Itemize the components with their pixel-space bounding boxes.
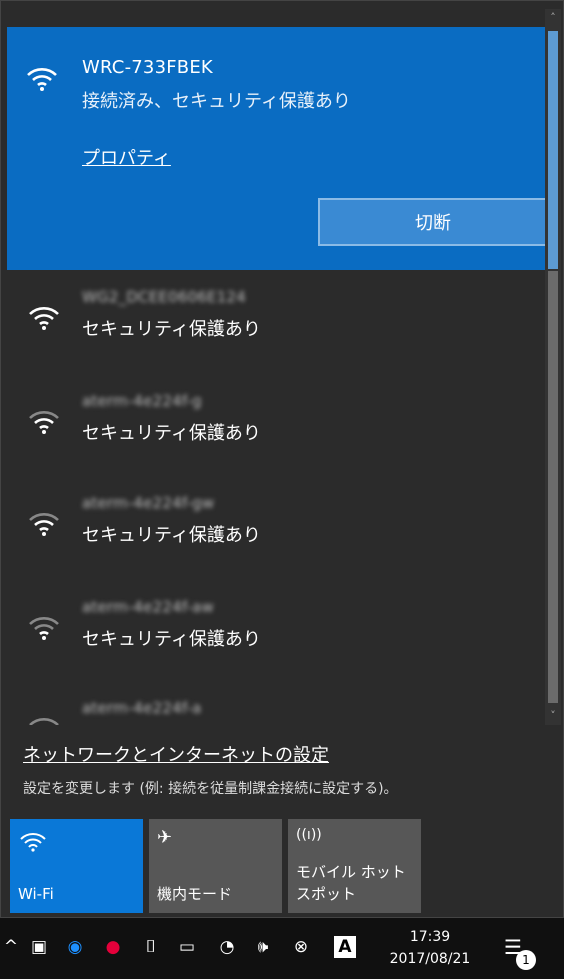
app-tray-icon[interactable]: ▣ (28, 936, 50, 958)
record-tray-icon[interactable]: ● (102, 936, 124, 958)
clock[interactable]: 17:39 2017/08/21 (380, 926, 480, 970)
network-flyout: WRC-733FBEK 接続済み、セキュリティ保護あり プロパティ 切断 WG2… (0, 0, 564, 918)
notification-count-badge: 1 (516, 950, 536, 970)
network-ssid: aterm-4e224f-g (82, 392, 202, 410)
network-status: セキュリティ保護あり (82, 525, 261, 546)
network-item[interactable]: aterm-4e224f-gw セキュリティ保護あり (7, 476, 547, 576)
clock-time: 17:39 (409, 929, 451, 945)
wifi-signal-icon (27, 68, 57, 91)
network-list: WRC-733FBEK 接続済み、セキュリティ保護あり プロパティ 切断 WG2… (1, 9, 547, 725)
wifi-signal-icon (29, 513, 59, 536)
network-status: セキュリティ保護あり (82, 319, 261, 340)
network-ssid: aterm-4e224f-gw (82, 494, 215, 512)
wifi-signal-icon (29, 411, 59, 434)
connected-network-item[interactable]: WRC-733FBEK 接続済み、セキュリティ保護あり プロパティ 切断 (7, 27, 547, 270)
network-item[interactable]: aterm-4e224f-g セキュリティ保護あり (7, 374, 547, 474)
wifi-signal-icon (29, 617, 59, 640)
scrollbar-thumb-highlight[interactable] (548, 31, 558, 269)
network-item[interactable]: WG2_DCEE0606E124 セキュリティ保護あり (7, 270, 547, 370)
network-ssid: aterm-4e224f-a (82, 699, 202, 717)
mobile-hotspot-tile[interactable]: ((ı)) モバイル ホットスポット (288, 819, 421, 913)
airplane-icon: ✈ (157, 827, 173, 848)
network-item[interactable]: aterm-4e224f-a (7, 681, 547, 725)
network-ssid: WG2_DCEE0606E124 (82, 288, 246, 306)
network-ssid: aterm-4e224f-aw (82, 598, 214, 616)
clock-date: 2017/08/21 (389, 951, 471, 967)
scroll-up-icon[interactable]: ˄ (545, 9, 561, 27)
connected-status: 接続済み、セキュリティ保護あり (82, 91, 351, 112)
airplane-mode-label: 機内モード (157, 885, 233, 903)
disconnect-button[interactable]: 切断 (318, 198, 547, 246)
wifi-tile[interactable]: Wi-Fi (10, 819, 143, 913)
network-tray-icon[interactable]: ◔ (216, 936, 238, 958)
wifi-icon (20, 833, 46, 852)
browser-tray-icon[interactable]: ◉ (64, 936, 86, 958)
airplane-mode-tile[interactable]: ✈ 機内モード (149, 819, 282, 913)
scrollbar-thumb[interactable] (548, 271, 558, 703)
usb-eject-icon[interactable]: ⌷ (140, 936, 162, 958)
volume-icon[interactable]: 🕪 (252, 936, 274, 958)
network-status: セキュリティ保護あり (82, 629, 261, 650)
battery-icon[interactable]: ▭ (176, 936, 198, 958)
connected-ssid: WRC-733FBEK (82, 57, 213, 78)
wifi-signal-icon (29, 307, 59, 330)
adobe-tray-icon[interactable]: A (334, 936, 356, 958)
hotspot-icon: ((ı)) (296, 827, 322, 843)
properties-link[interactable]: プロパティ (82, 144, 171, 170)
scroll-down-icon[interactable]: ˅ (545, 707, 561, 725)
network-settings-description: 設定を変更します (例: 接続を従量制課金接続に設定する)。 (23, 781, 398, 797)
network-item[interactable]: aterm-4e224f-aw セキュリティ保護あり (7, 580, 547, 680)
scrollbar[interactable]: ˄ ˅ (545, 9, 561, 725)
network-settings-link[interactable]: ネットワークとインターネットの設定 (23, 741, 329, 767)
show-hidden-icons-chevron-icon[interactable]: ^ (0, 936, 22, 958)
close-circle-icon[interactable]: ⊗ (290, 936, 312, 958)
wifi-signal-icon (29, 718, 59, 725)
mobile-hotspot-label: モバイル ホットスポット (296, 863, 406, 903)
network-status: セキュリティ保護あり (82, 423, 261, 444)
taskbar: ^ ▣ ◉ ● ⌷ ▭ ◔ 🕪 ⊗ A 17:39 2017/08/21 ☰ 1 (0, 918, 564, 979)
wifi-tile-label: Wi-Fi (18, 885, 54, 903)
